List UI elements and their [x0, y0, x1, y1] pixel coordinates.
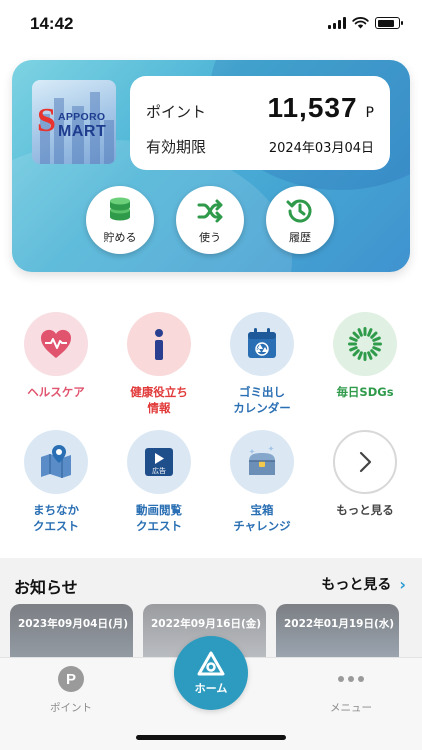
- nav-menu[interactable]: メニュー: [326, 666, 376, 715]
- use-points-button[interactable]: 使う: [176, 186, 244, 254]
- feature-health-info-label: 健康役立ち 情報: [130, 385, 188, 415]
- use-points-label: 使う: [199, 230, 221, 244]
- home-icon: [197, 651, 225, 676]
- feature-health-info[interactable]: 健康役立ち 情報: [109, 312, 209, 416]
- feature-daily-sdgs[interactable]: 毎日SDGs: [315, 312, 415, 400]
- home-indicator: [136, 735, 286, 740]
- feature-see-more-label: もっと見る: [336, 503, 394, 517]
- history-icon: [286, 199, 312, 222]
- feature-video-quest-label: 動画閲覧 クエスト: [136, 503, 182, 533]
- chevron-right-icon: [359, 451, 372, 473]
- feature-video-quest[interactable]: 広告 動画閲覧 クエスト: [109, 430, 209, 534]
- feature-daily-sdgs-label: 毎日SDGs: [336, 385, 394, 399]
- news-more-label: もっと見る: [321, 577, 392, 593]
- nav-home-button[interactable]: ホーム: [174, 636, 248, 710]
- nav-menu-label: メニュー: [330, 702, 372, 714]
- info-icon: [155, 329, 163, 360]
- status-icons: [328, 17, 403, 29]
- battery-icon: [375, 17, 403, 29]
- feature-treasure-challenge[interactable]: 宝箱 チャレンジ: [212, 430, 312, 534]
- logo-letter-s: S: [37, 102, 56, 139]
- status-time: 14:42: [30, 14, 74, 33]
- news-date: 2022年01月19日(水): [284, 618, 395, 630]
- point-card: S APPORO MART ポイント 11,537 P 有効期限 2024年03…: [12, 60, 410, 272]
- feature-treasure-challenge-label: 宝箱 チャレンジ: [233, 503, 291, 533]
- news-title: お知らせ: [14, 578, 78, 597]
- card-actions: 貯める 使う 履歴: [86, 186, 334, 254]
- feature-garbage-calendar-label: ゴミ出し カレンダー: [233, 385, 291, 415]
- treasure-chest-icon: [249, 446, 275, 475]
- shuffle-icon: [197, 199, 223, 222]
- more-dots-icon: [338, 666, 364, 692]
- signal-icon: [328, 17, 346, 29]
- app-screen: 14:42 S APPORO MART ポイント 11,537 P 有効期限 2…: [0, 0, 422, 750]
- logo-text-mart: MART: [58, 123, 107, 140]
- logo-text-apporo: APPORO: [58, 111, 106, 123]
- feature-see-more[interactable]: もっと見る: [315, 430, 415, 518]
- expiry-label: 有効期限: [146, 138, 207, 156]
- feature-town-quest[interactable]: まちなか クエスト: [6, 430, 106, 534]
- coins-icon: [110, 197, 130, 220]
- points-value: 11,537: [267, 92, 358, 123]
- expiry-value: 2024年03月04日: [268, 141, 374, 156]
- feature-town-quest-label: まちなか クエスト: [33, 503, 79, 533]
- nav-point[interactable]: P ポイント: [46, 666, 96, 715]
- map-pin-icon: [41, 445, 71, 478]
- nav-home-label: ホーム: [194, 682, 228, 695]
- ad-label: 広告: [152, 466, 166, 475]
- wifi-icon: [352, 17, 369, 29]
- news-date: 2022年09月16日(金): [151, 618, 262, 630]
- points-unit: P: [365, 105, 374, 121]
- history-label: 履歴: [289, 230, 311, 244]
- sapporo-smart-logo: S APPORO MART: [32, 80, 116, 164]
- status-bar: 14:42: [0, 0, 422, 48]
- news-date: 2023年09月04日(月): [18, 618, 129, 630]
- feature-healthcare[interactable]: ヘルスケア: [6, 312, 106, 400]
- point-p-icon: P: [58, 666, 84, 692]
- save-points-button[interactable]: 貯める: [86, 186, 154, 254]
- points-label: ポイント: [146, 103, 207, 121]
- recycle-calendar-icon: [248, 328, 276, 358]
- chevron-right-icon: ›: [399, 574, 406, 594]
- sdgs-wheel-icon: [348, 327, 382, 361]
- save-points-label: 貯める: [103, 230, 137, 244]
- video-ad-icon: 広告: [145, 448, 173, 476]
- news-more-link[interactable]: もっと見る ›: [321, 574, 406, 594]
- point-info-panel: ポイント 11,537 P 有効期限 2024年03月04日: [130, 76, 390, 170]
- heart-pulse-icon: [40, 329, 72, 358]
- feature-healthcare-label: ヘルスケア: [27, 385, 85, 399]
- feature-garbage-calendar[interactable]: ゴミ出し カレンダー: [212, 312, 312, 416]
- nav-point-label: ポイント: [50, 702, 92, 714]
- history-button[interactable]: 履歴: [266, 186, 334, 254]
